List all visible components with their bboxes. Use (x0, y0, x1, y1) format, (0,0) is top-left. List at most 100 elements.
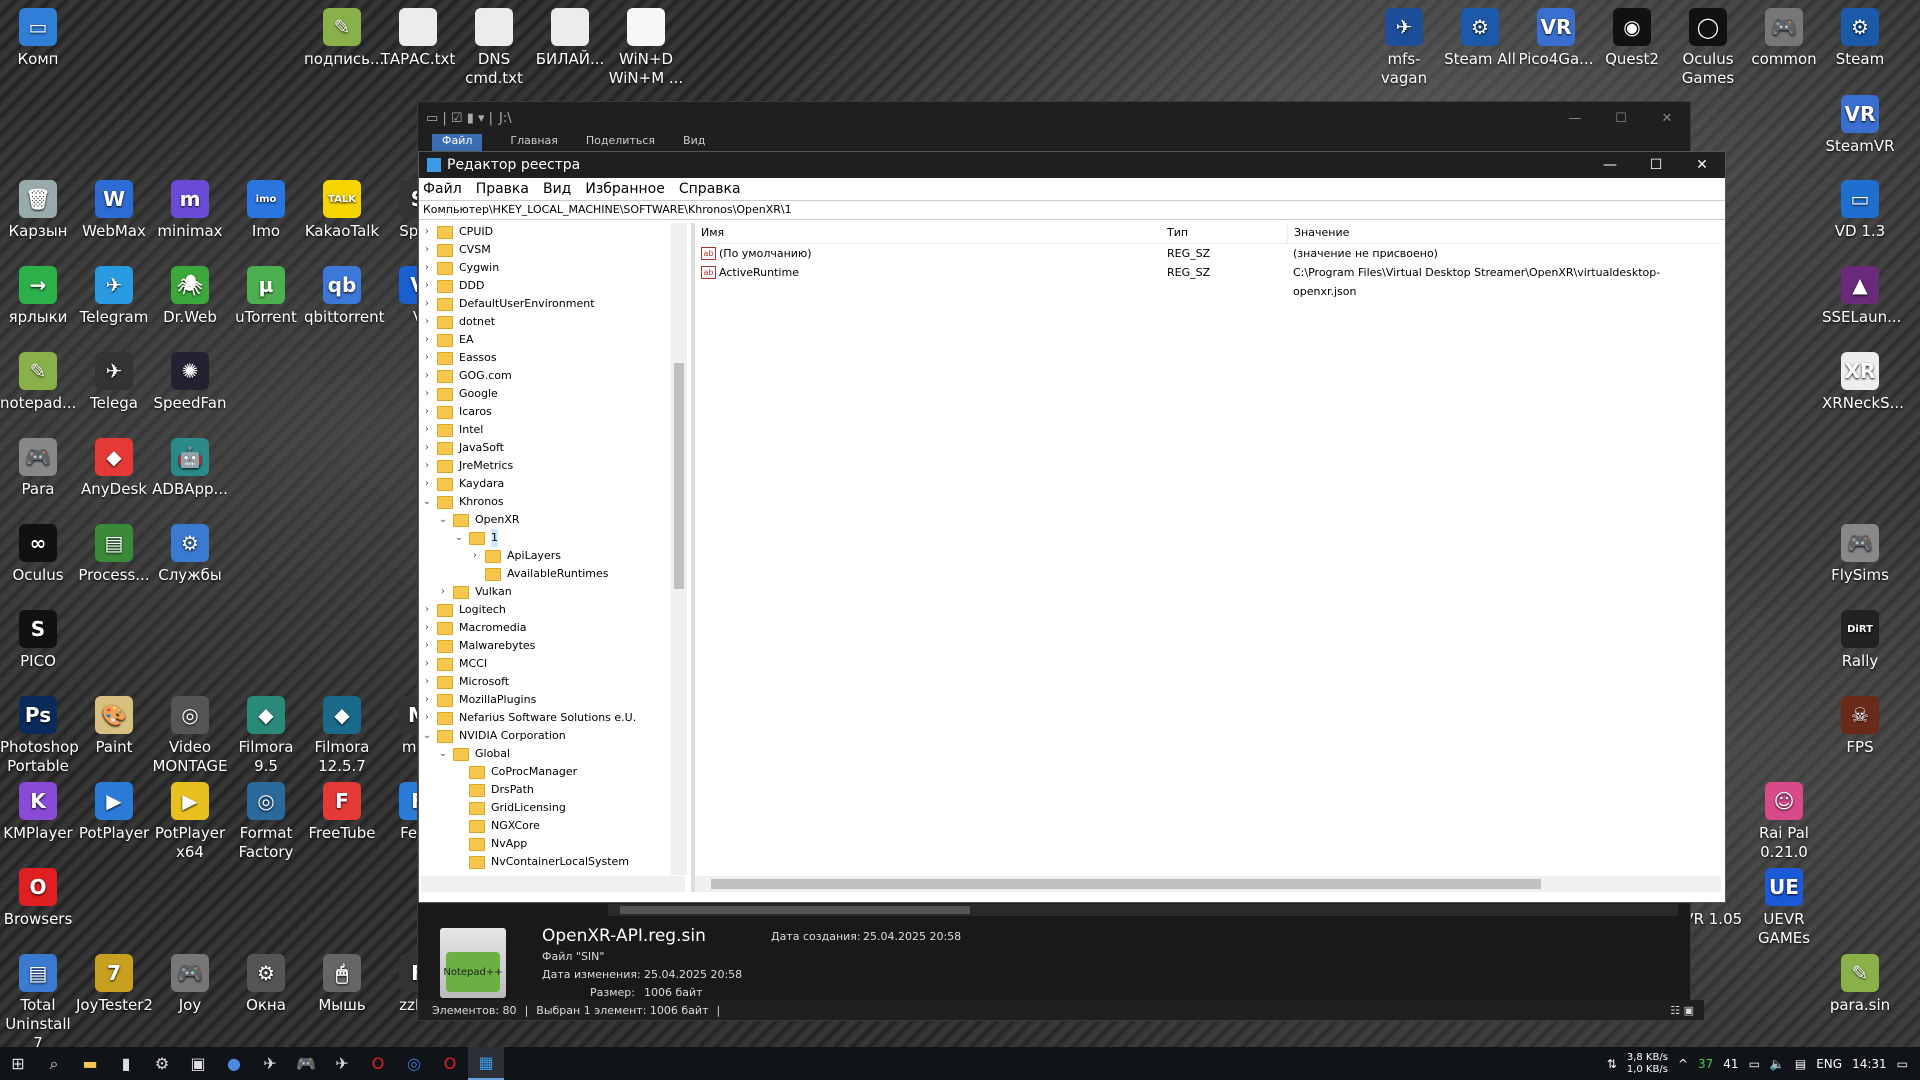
tree-node[interactable]: › Logitech (421, 601, 506, 619)
desktop-icon[interactable]: 🎮 Joy (152, 954, 228, 1015)
desktop-icon[interactable]: ✎ notepad... (0, 352, 76, 413)
ime-icon[interactable]: ▤ (1795, 1057, 1806, 1071)
chevron-right-icon[interactable]: › (421, 655, 433, 673)
column-name[interactable]: Имя (695, 223, 1161, 243)
chevron-right-icon[interactable]: › (421, 421, 433, 439)
tree-node[interactable]: › Microsoft (421, 673, 509, 691)
network-icon[interactable]: ▭ (1749, 1057, 1760, 1071)
quick-access-icons[interactable]: ▭ | ☑ ▮ ▾ | (426, 111, 493, 126)
close-button[interactable]: ✕ (1644, 111, 1690, 126)
tree-node[interactable]: › GOG.com (421, 367, 512, 385)
tree-node[interactable]: › DDD (421, 277, 484, 295)
notepad-icon[interactable]: ▮ (108, 1047, 144, 1080)
desktop-icon[interactable]: DiRT Rally (1822, 610, 1898, 671)
desktop-icon[interactable]: VR SteamVR (1822, 95, 1898, 156)
chevron-right-icon[interactable]: › (421, 457, 433, 475)
desktop-icon[interactable]: UE UEVR GAMEs (1746, 868, 1822, 948)
maximize-button[interactable]: ☐ (1633, 157, 1679, 173)
desktop-icon[interactable]: 🎮 common (1746, 8, 1822, 69)
desktop-icon[interactable]: 7 JoyTester2 (76, 954, 153, 1015)
desktop-icon[interactable]: 🤖 ADBApp... (152, 438, 228, 499)
chevron-right-icon[interactable]: › (421, 259, 433, 277)
tree-node[interactable]: › JreMetrics (421, 457, 513, 475)
desktop-icon[interactable]: ✈ mfs-vagan (1366, 8, 1442, 88)
desktop-icon[interactable]: DNS cmd.txt (456, 8, 532, 88)
desktop-icon[interactable]: S PICO (0, 610, 76, 671)
desktop-icon[interactable]: 🎨 Paint (76, 696, 152, 757)
desktop-icon[interactable]: ▶ PotPlayer x64 (152, 782, 228, 862)
tree-node[interactable]: ⌄ OpenXR (437, 511, 520, 529)
value-row[interactable]: ab ActiveRuntime REG_SZ C:\Program Files\… (695, 263, 1719, 298)
values-list[interactable]: Имя Тип Значение ab (По умолчанию) REG_SZ… (695, 223, 1719, 875)
clock[interactable]: 14:31 (1852, 1057, 1887, 1071)
tree-node[interactable]: › DefaultUserEnvironment (421, 295, 595, 313)
tree-vertical-scrollbar[interactable] (671, 223, 687, 875)
desktop-icon[interactable]: µ uTorrent (228, 266, 304, 327)
desktop-icon[interactable]: ▶ PotPlayer (76, 782, 152, 843)
desktop-icon[interactable]: ∞ Oculus (0, 524, 76, 585)
desktop-icon[interactable]: ☠ FPS (1822, 696, 1898, 757)
desktop-icon[interactable]: ⚙ Steam (1822, 8, 1898, 69)
plane-icon[interactable]: ✈ (324, 1047, 360, 1080)
desktop-icon[interactable]: ◯ Oculus Games (1670, 8, 1746, 88)
desktop-icon[interactable]: WiN+D WiN+M ... (608, 8, 684, 88)
desktop-icon[interactable]: ✈ Telegram (76, 266, 152, 327)
chevron-right-icon[interactable]: › (421, 277, 433, 295)
desktop-icon[interactable]: VR Pico4Ga... (1518, 8, 1594, 69)
opera-icon[interactable]: O (360, 1047, 396, 1080)
desktop-icon[interactable]: ◉ Quest2 (1594, 8, 1670, 69)
tree-node[interactable]: › Vulkan (437, 583, 512, 601)
registry-editor-window[interactable]: Редактор реестра — ☐ ✕ Файл Правка Вид И… (418, 151, 1726, 903)
desktop-icon[interactable]: 🎮 Para (0, 438, 76, 499)
chevron-right-icon[interactable]: › (421, 439, 433, 457)
tree-node[interactable]: › CVSM (421, 241, 491, 259)
menu-edit[interactable]: Правка (476, 181, 529, 197)
desktop-icon[interactable]: K KMPlayer (0, 782, 76, 843)
column-data[interactable]: Значение (1287, 223, 1719, 243)
chevron-right-icon[interactable]: › (421, 331, 433, 349)
desktop-icon[interactable]: ⚙ Службы (152, 524, 228, 585)
desktop-icon[interactable]: ⚙ Окна (228, 954, 304, 1015)
desktop-icon[interactable]: qb qbittorrent (304, 266, 385, 327)
column-type[interactable]: Тип (1161, 223, 1287, 243)
desktop-icon[interactable]: ◎ Format Factory (228, 782, 304, 862)
desktop-icon[interactable]: ▭ VD 1.3 (1822, 180, 1898, 241)
desktop-icon[interactable]: ✎ para.sin (1822, 954, 1898, 1015)
desktop-icon[interactable]: ✺ SpeedFan (152, 352, 228, 413)
desktop-icon[interactable]: F FreeTube (304, 782, 380, 843)
tree-horizontal-scrollbar[interactable] (421, 876, 685, 892)
desktop-icon[interactable]: 🗑 Карзын (0, 180, 76, 241)
desktop-icon[interactable]: 🖱 Мышь (304, 954, 380, 1015)
desktop-icon[interactable]: 🕷 Dr.Web (152, 266, 228, 327)
volume-icon[interactable]: 🔈 (1770, 1057, 1785, 1071)
desktop-icon[interactable]: БИЛАЙ... (532, 8, 608, 69)
desktop-icon[interactable]: ТАРАС.txt (380, 8, 456, 69)
tree-node[interactable]: ⌄ Global (437, 745, 510, 763)
desktop-icon[interactable]: XR XRNeckS... (1822, 352, 1904, 413)
chevron-down-icon[interactable]: ⌄ (453, 529, 465, 547)
menu-view[interactable]: Вид (543, 181, 571, 197)
minimize-button[interactable]: — (1552, 111, 1598, 126)
chevron-right-icon[interactable]: › (421, 637, 433, 655)
chevron-right-icon[interactable]: › (421, 313, 433, 331)
tree-node[interactable]: › EA (421, 331, 473, 349)
chevron-right-icon[interactable]: › (421, 619, 433, 637)
desktop-icon[interactable]: W WebMax (76, 180, 152, 241)
desktop-icon[interactable]: ◎ Video MONTAGE (152, 696, 228, 776)
chevron-down-icon[interactable]: ⌄ (437, 511, 449, 529)
store-icon[interactable]: ▣ (180, 1047, 216, 1080)
tree-node[interactable]: ⌄ Khronos (421, 493, 504, 511)
file-explorer-icon[interactable]: ▬ (72, 1047, 108, 1080)
tree-node[interactable]: › Icaros (421, 403, 492, 421)
opera-icon-2[interactable]: O (432, 1047, 468, 1080)
desktop-icon[interactable]: ◆ Filmora 12.5.7 (304, 696, 380, 776)
desktop-icon[interactable]: Ps Photoshop Portable (0, 696, 79, 776)
regedit-titlebar[interactable]: Редактор реестра — ☐ ✕ (419, 152, 1725, 178)
tree-node[interactable]: › Cygwin (421, 259, 499, 277)
tree-node[interactable]: NGXCore (453, 817, 540, 835)
language-indicator[interactable]: ENG (1816, 1057, 1842, 1071)
tree-node[interactable]: › Macromedia (421, 619, 527, 637)
chevron-right-icon[interactable]: › (421, 601, 433, 619)
tree-node[interactable]: GridLicensing (453, 799, 566, 817)
tree-node[interactable]: › Intel (421, 421, 483, 439)
